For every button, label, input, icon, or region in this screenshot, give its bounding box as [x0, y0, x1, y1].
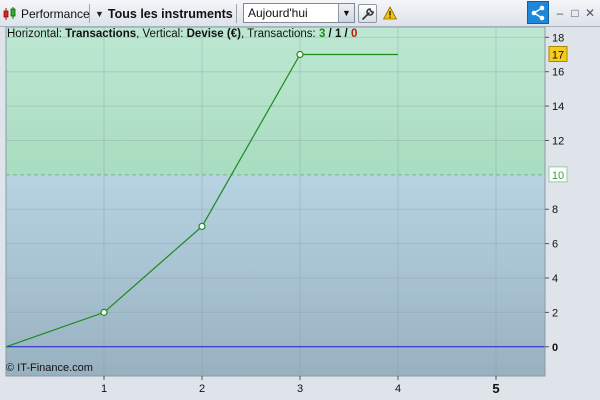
x-tick-label: 5 [492, 381, 499, 396]
horizontal-value: Transactions [65, 28, 137, 40]
y-tick-label: 18 [552, 32, 564, 44]
toolbar-divider [236, 4, 237, 23]
date-select-value: Aujourd'hui [248, 6, 308, 20]
chart-info-line: Horizontal: Transactions, Vertical: Devi… [7, 27, 357, 43]
y-tick-label: 0 [552, 342, 558, 354]
y-tick-label: 4 [552, 273, 558, 285]
chevron-down-icon[interactable]: ▼ [338, 4, 354, 22]
minimize-button[interactable]: – [554, 6, 566, 20]
count-separator: / [341, 28, 351, 40]
horizontal-label: Horizontal: [7, 28, 66, 40]
copyright-text: © IT-Finance.com [6, 362, 93, 374]
y-tick-label: 12 [552, 135, 564, 147]
instruments-label: Tous les instruments [107, 6, 233, 21]
losing-count: 0 [350, 28, 358, 40]
candlestick-icon [3, 6, 16, 20]
y-tick-label: 6 [552, 239, 558, 251]
toolbar-divider [89, 4, 90, 23]
performance-chart: 024681214161810171 2 3 4 5 [0, 26, 600, 400]
y-tick-label: 2 [552, 307, 558, 319]
reference-badge-label: 10 [552, 170, 564, 182]
settings-wrench-button[interactable] [358, 4, 377, 23]
wrench-icon [361, 7, 374, 20]
gain-zone [6, 27, 545, 175]
performance-label: Performance [21, 6, 90, 21]
y-tick-label: 16 [552, 67, 564, 79]
close-button[interactable]: ✕ [584, 6, 596, 20]
date-select[interactable]: Aujourd'hui ▼ [243, 3, 355, 23]
caret-down-icon: ▼ [95, 8, 104, 19]
transactions-label: , Transactions: [240, 28, 319, 40]
share-icon [531, 5, 545, 20]
y-tick-label: 14 [552, 101, 564, 113]
share-button[interactable] [527, 1, 549, 24]
maximize-button[interactable]: □ [569, 6, 581, 20]
x-tick-label: 2 [199, 383, 205, 395]
data-point [198, 222, 206, 231]
vertical-value: Devise (€) [186, 28, 241, 40]
warning-icon[interactable] [383, 6, 397, 20]
x-tick-label: 1 [101, 383, 107, 395]
performance-button[interactable]: Performance [2, 0, 90, 27]
count-separator: / [325, 28, 335, 40]
data-point [100, 308, 108, 316]
data-point [296, 50, 304, 59]
x-tick-label: 4 [395, 383, 401, 395]
instruments-dropdown[interactable]: ▼ Tous les instruments [95, 0, 233, 27]
loss-zone [6, 174, 545, 376]
toolbar: Performance ▼ Tous les instruments Aujou… [0, 0, 600, 27]
x-tick-label: 3 [297, 383, 303, 395]
vertical-label: , Vertical: [136, 28, 187, 40]
y-tick-label: 8 [552, 204, 558, 216]
last-value-badge-label: 17 [552, 50, 564, 62]
